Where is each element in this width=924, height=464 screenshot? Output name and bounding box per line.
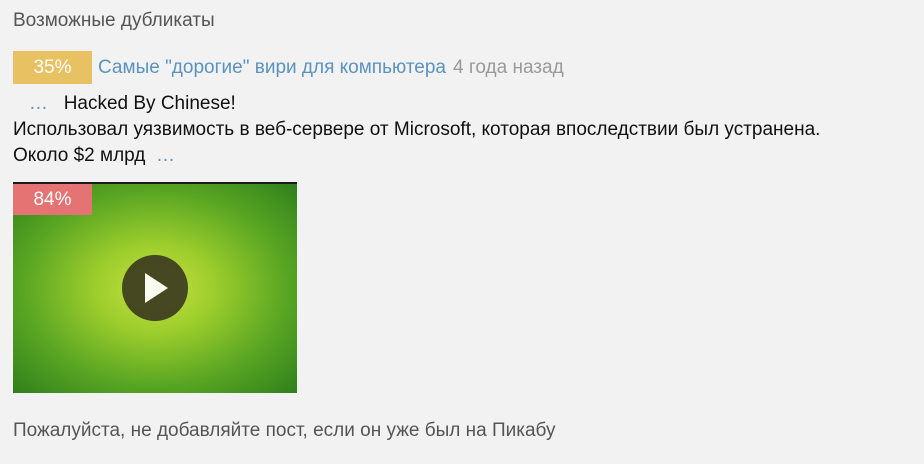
duplicate-post-link[interactable]: Самые "дорогие" вири для компьютера — [98, 57, 446, 79]
snippet-text-2: Использовал уязвимость в веб-сервере от … — [13, 119, 821, 140]
snippet-line-2: Использовал уязвимость в веб-сервере от … — [13, 117, 918, 143]
section-title: Возможные дубликаты — [13, 10, 215, 31]
duplicate-snippet: … Hacked By Chinese! Использовал уязвимо… — [13, 91, 918, 169]
video-thumbnail[interactable]: 84% — [13, 182, 297, 393]
expand-ellipsis-end[interactable]: … — [156, 145, 175, 166]
post-age: 4 года назад — [453, 56, 564, 78]
expand-ellipsis-start[interactable]: … — [29, 93, 48, 114]
duplicate-item: 35% Самые "дорогие" вири для компьютера … — [13, 51, 564, 84]
play-button[interactable] — [122, 255, 188, 321]
duplicate-notice: Пожалуйста, не добавляйте пост, если он … — [13, 420, 556, 441]
play-icon — [145, 273, 168, 303]
snippet-line-1: … Hacked By Chinese! — [13, 91, 918, 117]
snippet-text-3: Около $2 млрд — [13, 145, 146, 166]
match-percent-badge: 35% — [13, 51, 92, 84]
snippet-line-3: Около $2 млрд … — [13, 143, 918, 169]
match-percent-badge: 84% — [13, 184, 92, 215]
snippet-text-1: Hacked By Chinese! — [63, 93, 236, 114]
